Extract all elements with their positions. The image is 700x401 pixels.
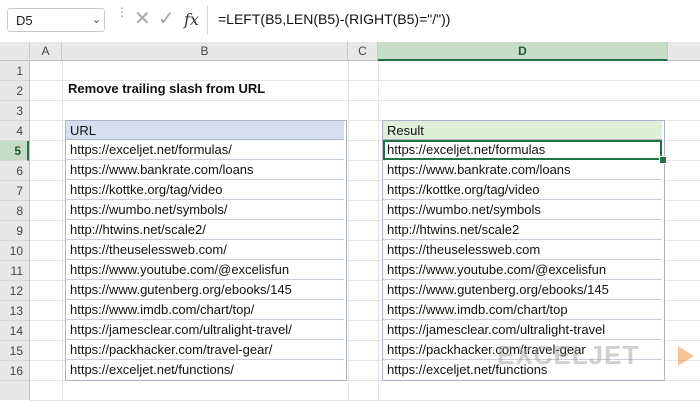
select-all-corner[interactable]	[0, 42, 30, 60]
result-cell[interactable]: https://www.imdb.com/chart/top	[383, 300, 662, 320]
url-cell[interactable]: https://kottke.org/tag/video	[66, 180, 344, 200]
row-header-15[interactable]: 15	[0, 341, 29, 361]
result-cell[interactable]: https://kottke.org/tag/video	[383, 180, 662, 200]
row-header-3[interactable]: 3	[0, 101, 29, 121]
row-header-7[interactable]: 7	[0, 181, 29, 201]
row-header-2[interactable]: 2	[0, 81, 29, 101]
result-cell[interactable]: https://www.gutenberg.org/ebooks/145	[383, 280, 662, 300]
formula-bar-divider	[207, 6, 208, 34]
column-header-c[interactable]: C	[348, 42, 378, 60]
url-cell[interactable]: https://www.bankrate.com/loans	[66, 160, 344, 180]
result-cell[interactable]: https://www.youtube.com/@excelisfun	[383, 260, 662, 280]
chevron-down-icon[interactable]: ⌄	[92, 13, 101, 26]
fill-handle[interactable]	[659, 156, 667, 164]
url-cell[interactable]: https://theuselessweb.com/	[66, 240, 344, 260]
gridline	[30, 100, 700, 101]
url-cell[interactable]: https://jamesclear.com/ultralight-travel…	[66, 320, 344, 340]
gridline	[62, 61, 63, 400]
row-header-10[interactable]: 10	[0, 241, 29, 261]
url-cell[interactable]: http://htwins.net/scale2/	[66, 220, 344, 240]
exceljet-logo: EXCELJET	[497, 340, 694, 374]
logo-mark-icon	[678, 346, 694, 366]
cancel-icon[interactable]: ✕	[134, 9, 151, 29]
result-cell[interactable]: http://htwins.net/scale2	[383, 220, 662, 240]
row-header-1[interactable]: 1	[0, 61, 29, 81]
url-cell[interactable]: https://www.youtube.com/@excelisfun	[66, 260, 344, 280]
row-header-16[interactable]: 16	[0, 361, 29, 381]
name-box-value: D5	[16, 13, 33, 28]
row-header-9[interactable]: 9	[0, 221, 29, 241]
url-cell[interactable]: https://www.imdb.com/chart/top/	[66, 300, 344, 320]
row-header-14[interactable]: 14	[0, 321, 29, 341]
result-cell[interactable]: https://wumbo.net/symbols	[383, 200, 662, 220]
column-header-b[interactable]: B	[62, 42, 348, 60]
row-header-13[interactable]: 13	[0, 301, 29, 321]
row-headers: 1 2 3 4 5 6 7 8 9 10 11 12 13 14 15 16	[0, 61, 30, 400]
url-cell[interactable]: https://packhacker.com/travel-gear/	[66, 340, 344, 360]
row-header-5[interactable]: 5	[0, 141, 29, 161]
name-box[interactable]: D5 ⌄	[7, 8, 105, 32]
result-cell[interactable]: https://www.bankrate.com/loans	[383, 160, 662, 180]
row-header-6[interactable]: 6	[0, 161, 29, 181]
url-cell[interactable]: https://exceljet.net/formulas/	[66, 140, 344, 160]
result-table-header[interactable]: Result	[383, 121, 662, 140]
row-header-4[interactable]: 4	[0, 121, 29, 141]
insert-function-icon[interactable]: fx	[184, 10, 199, 29]
row-header-8[interactable]: 8	[0, 201, 29, 221]
column-header-d[interactable]: D	[378, 42, 668, 61]
check-icon[interactable]: ✓	[158, 9, 175, 29]
logo-text: EXCELJET	[497, 340, 640, 370]
url-cell[interactable]: https://wumbo.net/symbols/	[66, 200, 344, 220]
row-header-11[interactable]: 11	[0, 261, 29, 281]
column-headers: A B C D	[0, 42, 700, 61]
gridline	[348, 61, 349, 400]
column-header-a[interactable]: A	[30, 42, 62, 60]
url-cell[interactable]: https://www.gutenberg.org/ebooks/145	[66, 280, 344, 300]
url-cell[interactable]: https://exceljet.net/functions/	[66, 360, 344, 380]
result-cell[interactable]: https://exceljet.net/formulas	[383, 140, 662, 160]
formula-input[interactable]: =LEFT(B5,LEN(B5)-(RIGHT(B5)="/"))	[218, 11, 450, 27]
gridline	[378, 61, 379, 400]
result-cell[interactable]: https://jamesclear.com/ultralight-travel	[383, 320, 662, 340]
url-table: URL https://exceljet.net/formulas/https:…	[65, 120, 347, 381]
drag-handle-icon[interactable]: ⋮	[116, 6, 128, 32]
row-header-12[interactable]: 12	[0, 281, 29, 301]
formula-bar: D5 ⌄ ⋮ ✕ ✓ fx =LEFT(B5,LEN(B5)-(RIGHT(B5…	[0, 0, 700, 43]
sheet-title: Remove trailing slash from URL	[68, 81, 266, 96]
result-cell[interactable]: https://theuselessweb.com	[383, 240, 662, 260]
url-table-header[interactable]: URL	[66, 121, 344, 140]
